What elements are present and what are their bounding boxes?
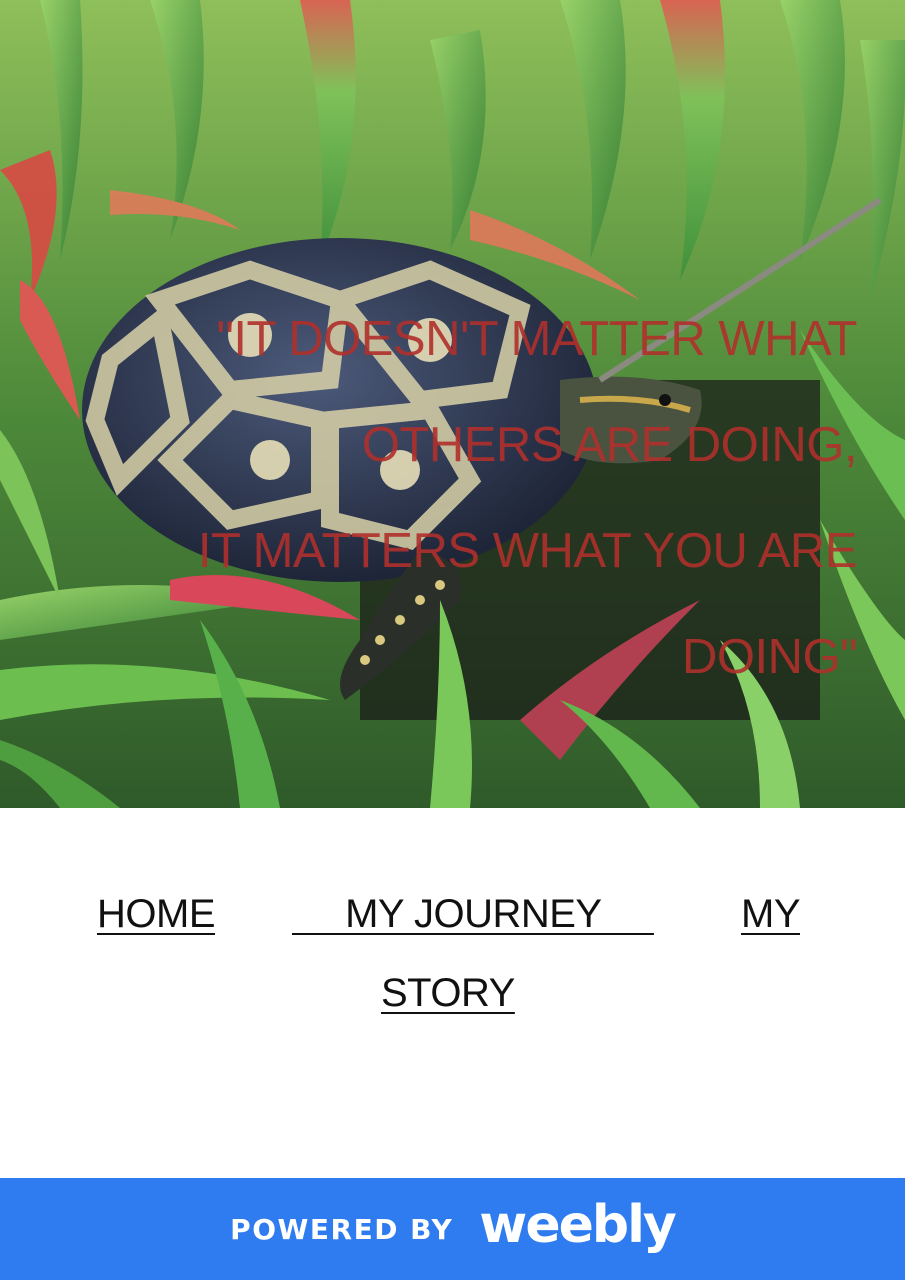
nav-link-home[interactable]: HOME (97, 892, 216, 937)
weebly-footer-banner[interactable]: POWERED BY weebly (0, 1178, 905, 1280)
weebly-logo[interactable]: weebly (479, 1195, 677, 1255)
quote-line: "IT DOESN'T MATTER WHAT (216, 312, 858, 366)
nav-link-my-journey[interactable]: MY JOURNEY (292, 892, 654, 937)
nav-link-my-story[interactable]: MY (741, 892, 801, 937)
hero-quote: "IT DOESN'T MATTER WHAT OTHERS ARE DOING… (77, 286, 858, 710)
quote-line: OTHERS ARE DOING, (361, 418, 858, 472)
nav-link-my-story-continued[interactable]: STORY (381, 971, 515, 1016)
powered-by-label: POWERED BY (230, 1212, 454, 1246)
quote-line: IT MATTERS WHAT YOU ARE (197, 524, 858, 578)
hero-banner: "IT DOESN'T MATTER WHAT OTHERS ARE DOING… (0, 0, 905, 808)
quote-line: DOING" (681, 630, 858, 684)
